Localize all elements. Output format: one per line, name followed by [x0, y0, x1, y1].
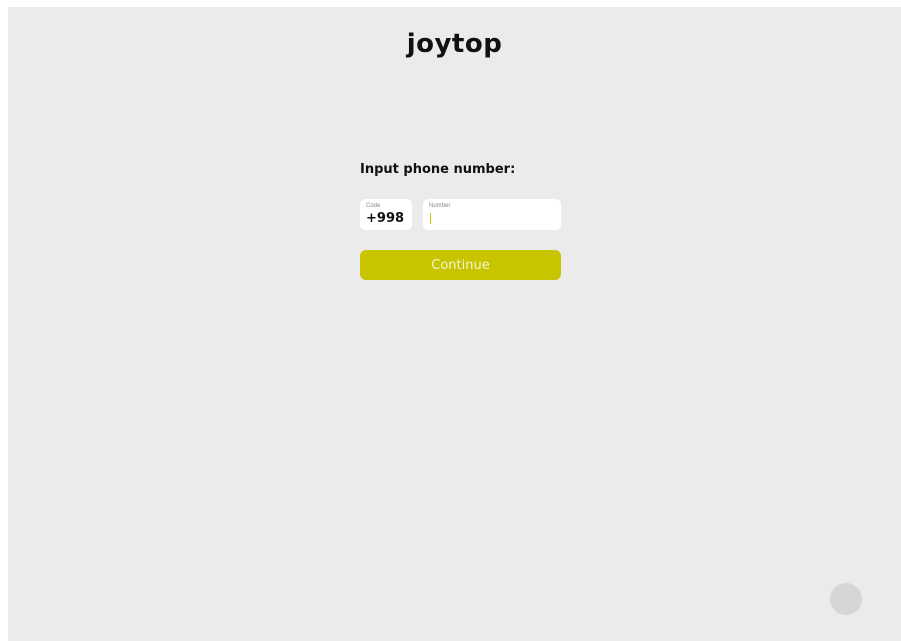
phone-number-field[interactable]: Number	[423, 199, 561, 230]
text-caret	[430, 213, 431, 224]
code-caption: Code	[366, 203, 381, 209]
floating-action-button[interactable]	[830, 583, 862, 615]
phone-number-input[interactable]	[429, 211, 553, 226]
country-code-field[interactable]: Code +998	[360, 199, 412, 230]
country-code-value: +998	[366, 211, 405, 226]
app-frame: joytop Input phone number: Code +998 Num…	[8, 7, 901, 641]
number-caption: Number	[429, 203, 451, 209]
continue-button[interactable]: Continue	[360, 250, 561, 280]
app-logo: joytop	[406, 29, 503, 59]
phone-prompt-label: Input phone number:	[360, 162, 516, 177]
